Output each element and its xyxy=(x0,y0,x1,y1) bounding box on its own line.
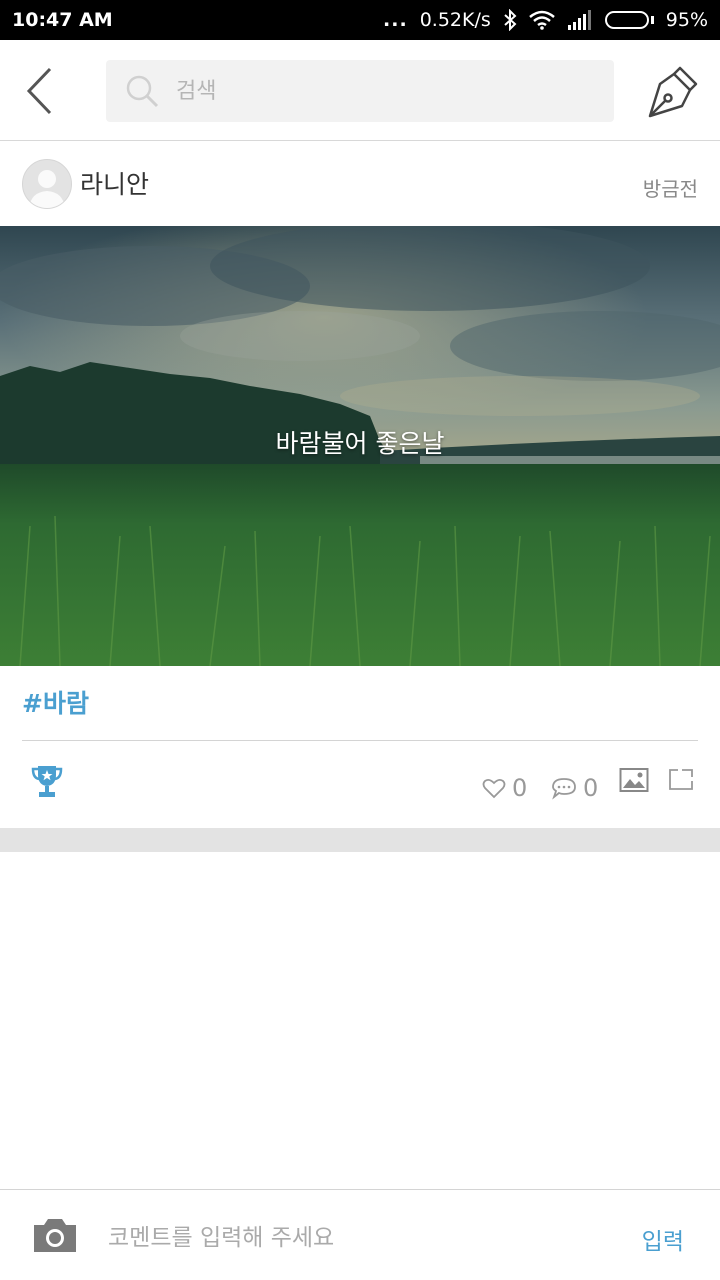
search-icon xyxy=(126,75,159,108)
avatar[interactable] xyxy=(22,159,72,209)
camera-button[interactable] xyxy=(32,1216,78,1254)
status-right: ... 0.52K/s 95% xyxy=(383,9,708,31)
comment-bar: 입력 xyxy=(0,1189,720,1280)
camera-icon xyxy=(34,1219,76,1252)
comment-button[interactable]: 0 xyxy=(551,775,598,801)
search-input[interactable] xyxy=(174,77,578,105)
post-image[interactable]: 바람불어 좋은날 xyxy=(0,226,720,666)
image-caption: 바람불어 좋은날 xyxy=(275,429,445,458)
avatar-icon xyxy=(29,170,65,208)
comment-icon xyxy=(552,778,576,800)
trophy-icon xyxy=(31,766,63,797)
bluetooth-icon xyxy=(503,9,517,31)
back-button[interactable] xyxy=(20,66,60,116)
like-button[interactable]: 0 xyxy=(482,775,527,801)
heart-icon xyxy=(482,778,506,799)
image-icon xyxy=(619,768,649,792)
comment-count: 0 xyxy=(583,774,599,802)
status-bar: 10:47 AM ... 0.52K/s 95% xyxy=(0,0,720,40)
battery-icon xyxy=(604,11,654,29)
status-time: 10:47 AM xyxy=(12,9,113,31)
submit-button[interactable]: 입력 xyxy=(642,1222,684,1256)
back-arrow-icon xyxy=(26,67,52,115)
post-time: 방금전 xyxy=(642,177,698,201)
battery-percent: 95% xyxy=(665,9,708,31)
comment-input[interactable] xyxy=(106,1218,610,1258)
network-speed: 0.52K/s xyxy=(419,9,491,31)
status-dots: ... xyxy=(383,9,408,31)
top-bar xyxy=(0,40,720,141)
trophy-button[interactable] xyxy=(30,763,64,799)
share-button[interactable] xyxy=(668,767,694,791)
like-count: 0 xyxy=(512,774,528,802)
write-button[interactable] xyxy=(646,62,702,120)
action-row: 0 0 xyxy=(0,741,720,828)
post-header: 라니안 방금전 xyxy=(0,141,720,226)
pen-icon xyxy=(648,66,698,118)
signal-icon xyxy=(567,10,593,30)
wifi-icon xyxy=(528,10,555,30)
hashtag-link[interactable]: #바람 xyxy=(22,684,89,720)
gallery-button[interactable] xyxy=(619,767,649,793)
post-author[interactable]: 라니안 xyxy=(80,165,149,201)
search-box[interactable] xyxy=(106,60,614,122)
section-separator xyxy=(0,828,720,852)
share-icon xyxy=(669,769,693,790)
